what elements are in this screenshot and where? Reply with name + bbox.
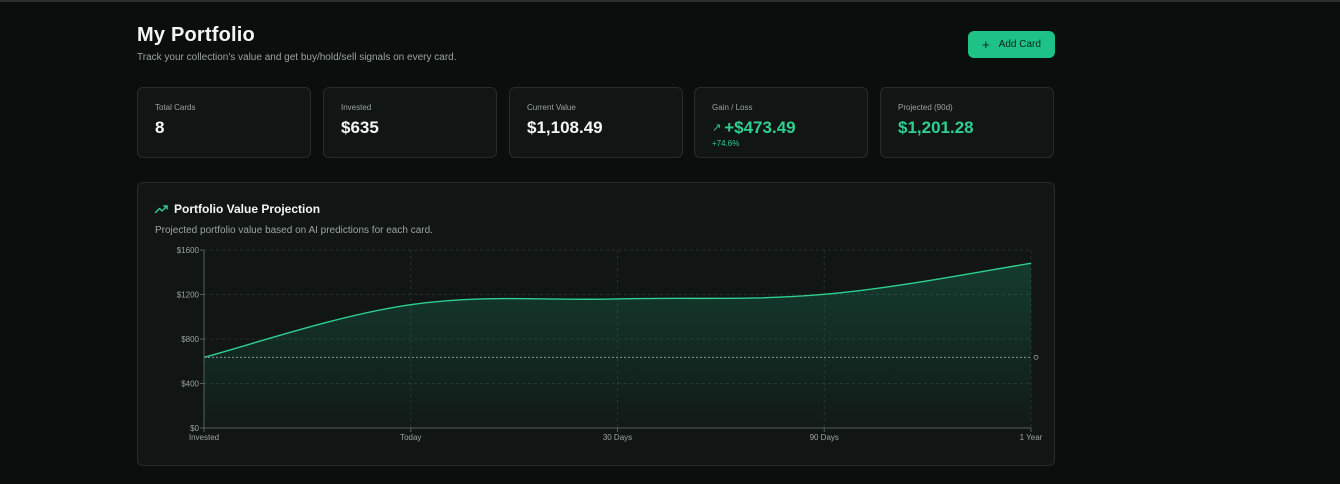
gain-value: +$473.49 xyxy=(724,118,796,137)
stat-total-cards: Total Cards 8 xyxy=(137,87,311,158)
y-tick-label: $1200 xyxy=(177,291,200,300)
stat-value: 8 xyxy=(155,118,165,137)
stat-current-value: Current Value $1,108.49 xyxy=(509,87,683,158)
plus-icon: + xyxy=(982,37,990,52)
stat-gain-loss: Gain / Loss ↗ +$473.49 +74.6% xyxy=(694,87,868,158)
stats-row: Total Cards 8 Invested $635 Current Valu… xyxy=(137,87,1055,160)
stat-label: Projected (90d) xyxy=(898,103,953,112)
y-tick-label: $400 xyxy=(181,380,199,389)
arrow-up-right-icon: ↗ xyxy=(712,122,722,134)
x-tick-label: 90 Days xyxy=(810,433,839,442)
stat-label: Total Cards xyxy=(155,103,196,112)
stat-value: $1,108.49 xyxy=(527,118,603,137)
stat-label: Current Value xyxy=(527,103,576,112)
projection-chart-card: Portfolio Value Projection Projected por… xyxy=(137,182,1055,466)
stat-label: Invested xyxy=(341,103,372,112)
stat-projected-90d: Projected (90d) $1,201.28 xyxy=(880,87,1054,158)
y-tick-label: $1600 xyxy=(177,246,200,255)
y-tick-label: $800 xyxy=(181,335,199,344)
gain-percent: +74.6% xyxy=(712,139,740,148)
stat-value: ↗ +$473.49 xyxy=(712,118,796,138)
add-card-label: Add Card xyxy=(998,39,1041,50)
add-card-button[interactable]: + Add Card xyxy=(968,31,1055,58)
x-tick-label: 30 Days xyxy=(603,433,632,442)
stat-invested: Invested $635 xyxy=(323,87,497,158)
stat-label: Gain / Loss xyxy=(712,103,753,112)
stat-value: $635 xyxy=(341,118,379,137)
projection-chart: $0 $400 $800 $1200 $1600 Invested Today 30 Days… xyxy=(177,246,1043,442)
top-border xyxy=(0,0,1340,2)
page-subtitle: Track your collection's value and get bu… xyxy=(137,52,457,63)
y-tick-label: $0 xyxy=(190,424,199,433)
x-tick-label: Invested xyxy=(189,433,219,442)
page-title: My Portfolio xyxy=(137,24,255,46)
x-tick-label: Today xyxy=(400,433,421,442)
stat-value: $1,201.28 xyxy=(898,118,974,137)
reference-marker xyxy=(1033,354,1039,360)
page-header: My Portfolio Track your collection's val… xyxy=(137,24,1055,68)
x-tick-label: 1 Year xyxy=(1020,433,1043,442)
